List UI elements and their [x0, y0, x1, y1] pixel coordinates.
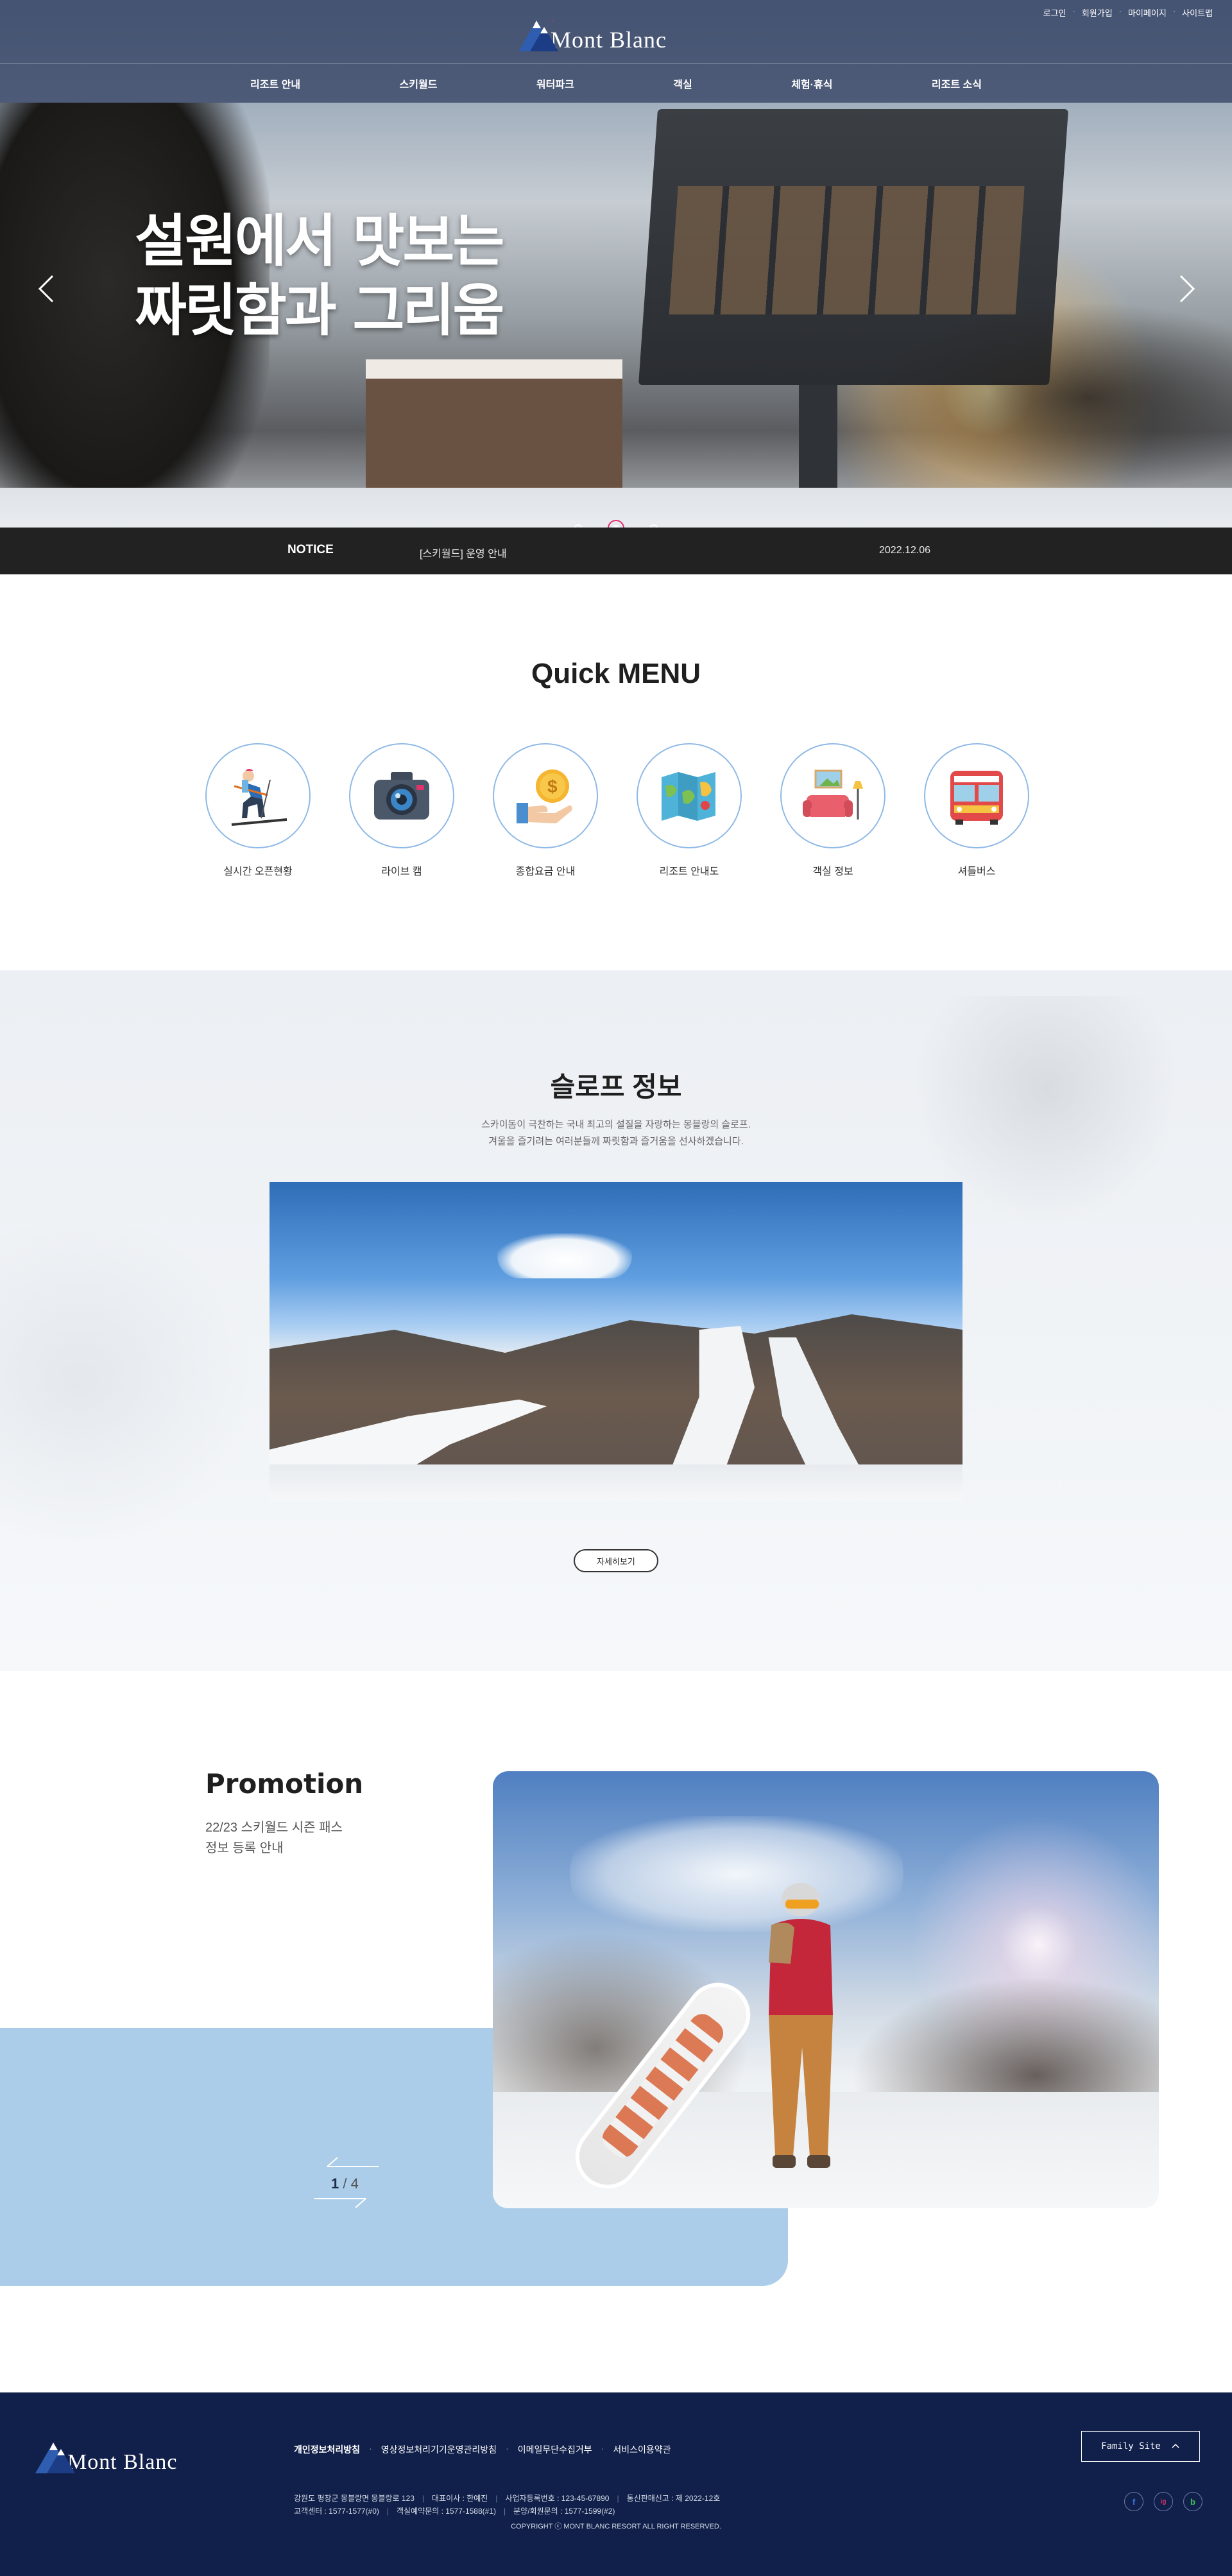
quick-item-label: 실시간 오픈현황 — [223, 866, 293, 877]
nav-rooms[interactable]: 객실 — [667, 76, 698, 91]
notice-date: 2022.12.06 — [879, 545, 931, 556]
facebook-icon[interactable]: f — [1124, 2492, 1143, 2511]
promotion-pager: 1 / 4 — [314, 2152, 379, 2210]
camera-icon — [349, 743, 454, 848]
quick-menu-title: Quick MENU — [531, 658, 701, 689]
utility-links: 로그인 · 회원가입 · 마이페이지 · 사이트맵 — [1043, 6, 1213, 19]
notice-bar: NOTICE [스키월드] 운영 안내 2022.12.06 — [0, 528, 1232, 574]
header-divider — [0, 63, 1232, 64]
nav-waterpark[interactable]: 워터파크 — [530, 76, 581, 91]
nav-experience[interactable]: 체험·휴식 — [785, 76, 839, 91]
coin-hand-icon: $ — [493, 743, 598, 848]
quick-item-price[interactable]: $ 종합요금 안내 — [491, 743, 600, 878]
quick-item-label: 라이브 캠 — [381, 866, 422, 877]
quick-menu-list: 실시간 오픈현황 라이브 캠 $ 종합요금 안내 리조트 안내도 객실 정보 셔… — [203, 743, 1031, 878]
site-logo[interactable]: ~ Mont Blanc — [518, 14, 667, 51]
mountain-logo-icon — [35, 2436, 87, 2473]
util-join-link[interactable]: 회원가입 — [1082, 6, 1113, 19]
quick-item-label: 셔틀버스 — [957, 866, 996, 877]
footer-logo[interactable]: Mont Blanc — [35, 2436, 177, 2473]
footer-link-email[interactable]: 이메일무단수집거부 — [518, 2443, 592, 2456]
blog-icon[interactable]: b — [1183, 2492, 1202, 2511]
footer-telecom-number: 통신판매신고 : 제 2022-12호 — [626, 2494, 721, 2503]
promotion-title: Promotion — [205, 1768, 364, 1799]
slope-desc-line1: 스카이돔이 극찬하는 국내 최고의 설질을 자랑하는 몽블랑의 슬로프. — [481, 1119, 751, 1130]
map-icon — [637, 743, 742, 848]
quick-item-live-cam[interactable]: 라이브 캠 — [347, 743, 456, 878]
promotion-page-current: 1 — [331, 2176, 339, 2192]
quick-item-open-status[interactable]: 실시간 오픈현황 — [203, 743, 312, 878]
footer-links: 개인정보처리방침 · 영상정보처리기기운영관리방침 · 이메일무단수집거부 · 서비스… — [294, 2443, 671, 2456]
nav-resort-news[interactable]: 리조트 소식 — [925, 76, 988, 91]
slope-more-button[interactable]: 자세히보기 — [574, 1549, 658, 1572]
promotion-snowboarder — [769, 1883, 833, 2168]
slope-desc-line2: 겨울을 즐기려는 여러분들께 짜릿함과 즐거움을 선사하겠습니다. — [488, 1136, 744, 1147]
sns-links: f ig b — [1124, 2492, 1202, 2511]
promotion-desc-line1: 22/23 스키월드 시즌 패스 — [205, 1821, 343, 1835]
slope-title: 슬로프 정보 — [550, 1072, 682, 1102]
notice-label: NOTICE — [287, 543, 334, 556]
quick-item-shuttle[interactable]: 셔틀버스 — [922, 743, 1031, 878]
quick-item-label: 종합요금 안내 — [515, 866, 576, 877]
promotion-photo-cloud — [570, 1816, 903, 1932]
footer-info-row2: 고객센터 : 1577-1577(#0) | 객실예약문의 : 1577-1588… — [294, 2505, 720, 2518]
util-sitemap-link[interactable]: 사이트맵 — [1182, 6, 1213, 19]
promotion-description: 22/23 스키월드 시즌 패스 정보 등록 안내 — [205, 1817, 343, 1859]
chevron-up-icon — [1171, 2441, 1180, 2451]
instagram-icon[interactable]: ig — [1154, 2492, 1173, 2511]
sofa-icon — [780, 743, 886, 848]
main-nav: 리조트 안내 스키월드 워터파크 객실 체험·휴식 리조트 소식 — [244, 64, 988, 103]
quick-item-label: 객실 정보 — [812, 866, 853, 877]
family-site-label: Family Site — [1101, 2441, 1161, 2451]
hero-next-arrow-icon[interactable] — [1174, 270, 1200, 308]
svg-text:~: ~ — [551, 18, 554, 24]
footer-info-row1: 강원도 평창군 몽블랑면 몽블랑로 123 | 대표이사 : 한예진 | 사업자등록… — [294, 2492, 720, 2505]
footer-link-privacy[interactable]: 개인정보처리방침 — [294, 2443, 360, 2456]
footer-cs-phone: 고객센터 : 1577-1577(#0) — [294, 2507, 379, 2516]
nav-ski-world[interactable]: 스키월드 — [393, 76, 444, 91]
skier-icon — [205, 743, 311, 848]
footer-member-phone: 분양/회원문의 : 1577-1599(#2) — [513, 2507, 615, 2516]
promotion-page-indicator: 1 / 4 — [331, 2176, 359, 2192]
footer-room-phone: 객실예약문의 : 1577-1588(#1) — [397, 2507, 496, 2516]
slope-photo-base — [270, 1464, 963, 1500]
slope-description: 스카이돔이 극찬하는 국내 최고의 설질을 자랑하는 몽블랑의 슬로프. 겨울을… — [0, 1117, 1232, 1150]
svg-text:$: $ — [547, 777, 558, 796]
hero-title: 설원에서 맛보는 짜릿함과 그리움 — [135, 207, 584, 345]
slope-photo-cloud — [497, 1233, 632, 1278]
quick-item-label: 리조트 안내도 — [659, 866, 719, 877]
slope-photo — [270, 1182, 963, 1500]
footer-link-terms[interactable]: 서비스이용약관 — [613, 2443, 671, 2456]
util-mypage-link[interactable]: 마이페이지 — [1128, 6, 1167, 19]
footer-biz-number: 사업자등록번호 : 123-45-67890 — [505, 2494, 610, 2503]
hero-trees-right — [873, 302, 1232, 494]
quick-item-resort-map[interactable]: 리조트 안내도 — [635, 743, 744, 878]
hero-prev-arrow-icon[interactable] — [33, 270, 59, 308]
promotion-page-total: / 4 — [343, 2176, 359, 2192]
notice-text-link[interactable]: [스키월드] 운영 안내 — [420, 545, 507, 560]
site-header: 로그인 · 회원가입 · 마이페이지 · 사이트맵 ~ Mont Blanc 리조트 … — [0, 0, 1232, 103]
util-login-link[interactable]: 로그인 — [1043, 6, 1066, 19]
footer-link-cctv[interactable]: 영상정보처리기기운영관리방침 — [381, 2443, 497, 2456]
site-footer: Mont Blanc 개인정보처리방침 · 영상정보처리기기운영관리방침 · 이메일… — [0, 2392, 1232, 2576]
footer-ceo: 대표이사 : 한예진 — [432, 2494, 488, 2503]
bus-icon — [924, 743, 1029, 848]
footer-copyright: COPYRIGHT ⓒ MONT BLANC RESORT ALL RIGHT … — [511, 2523, 721, 2530]
quick-item-rooms[interactable]: 객실 정보 — [778, 743, 887, 878]
footer-company-info: 강원도 평창군 몽블랑면 몽블랑로 123 | 대표이사 : 한예진 | 사업자등록… — [294, 2492, 720, 2518]
hero-title-line1: 설원에서 맛보는 — [135, 208, 504, 274]
mountain-logo-icon: ~ — [518, 14, 570, 51]
nav-resort-info[interactable]: 리조트 안내 — [244, 76, 307, 91]
slope-section: 슬로프 정보 스카이돔이 극찬하는 국내 최고의 설질을 자랑하는 몽블랑의 슬… — [0, 970, 1232, 1671]
slope-bg-snow — [0, 1214, 257, 1548]
promotion-desc-line2: 정보 등록 안내 — [205, 1841, 284, 1855]
promotion-photo[interactable] — [493, 1771, 1159, 2208]
hero-title-line2: 짜릿함과 그리움 — [135, 277, 504, 343]
family-site-select[interactable]: Family Site — [1081, 2431, 1200, 2462]
footer-address: 강원도 평창군 몽블랑면 몽블랑로 123 — [294, 2494, 415, 2503]
